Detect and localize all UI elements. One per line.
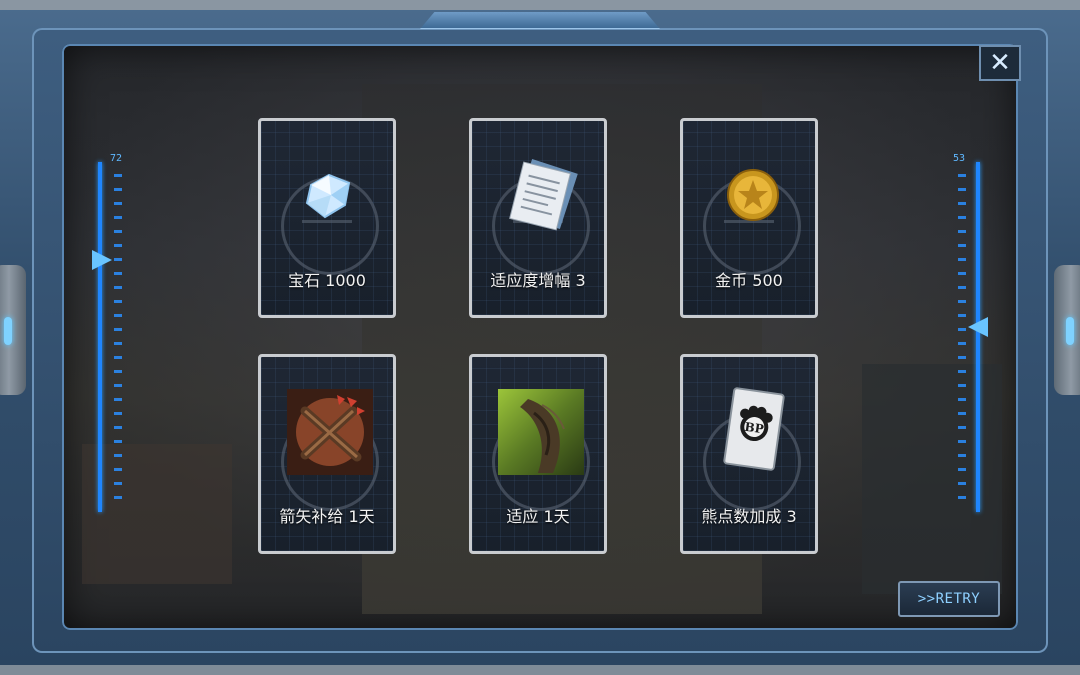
left-handle xyxy=(0,265,26,395)
left-gauge-bar xyxy=(98,162,102,512)
reward-label: 熊点数加成 3 xyxy=(701,507,797,526)
background-crate xyxy=(82,444,232,584)
right-gauge-value: 53 xyxy=(953,153,966,164)
close-button[interactable]: ✕ xyxy=(979,45,1021,81)
retry-button[interactable]: >>RETRY xyxy=(898,581,1000,617)
reward-label: 适应 1天 xyxy=(506,507,570,526)
bottom-bar xyxy=(0,665,1080,675)
adaptation-icon xyxy=(498,389,584,475)
reward-card-adaptation[interactable]: 适应 1天 xyxy=(469,354,607,554)
background-cabinet xyxy=(862,364,1002,594)
right-gauge-pointer xyxy=(968,317,988,337)
gold-coin-icon xyxy=(727,169,779,221)
left-gauge-value: 72 xyxy=(110,153,123,164)
top-notch xyxy=(420,12,660,29)
documents-icon xyxy=(509,159,578,231)
svg-text:BP: BP xyxy=(744,420,765,437)
reward-card-documents[interactable]: 适应度增幅 3 xyxy=(469,118,607,318)
right-handle xyxy=(1054,265,1080,395)
right-gauge-bar xyxy=(976,162,980,512)
reward-label: 箭矢补给 1天 xyxy=(279,507,375,526)
reward-label: 金币 500 xyxy=(715,271,783,290)
right-gauge-ticks xyxy=(958,174,966,500)
reward-card-bp[interactable]: BP 熊点数加成 3 xyxy=(680,354,818,554)
left-gauge-ticks xyxy=(114,174,122,500)
right-handle-light xyxy=(1066,317,1074,345)
close-icon: ✕ xyxy=(989,48,1011,78)
gem-icon xyxy=(305,173,351,219)
reward-card-gold-coin[interactable]: 金币 500 xyxy=(680,118,818,318)
reward-label: 宝石 1000 xyxy=(288,271,366,290)
reward-label: 适应度增幅 3 xyxy=(490,271,586,290)
arrows-bundle-icon xyxy=(287,389,373,475)
left-gauge-pointer xyxy=(92,250,112,270)
reward-card-arrows[interactable]: 箭矢补给 1天 xyxy=(258,354,396,554)
left-handle-light xyxy=(4,317,12,345)
top-bar xyxy=(0,0,1080,10)
bp-card-icon: BP xyxy=(723,387,785,471)
reward-card-gem[interactable]: 宝石 1000 xyxy=(258,118,396,318)
